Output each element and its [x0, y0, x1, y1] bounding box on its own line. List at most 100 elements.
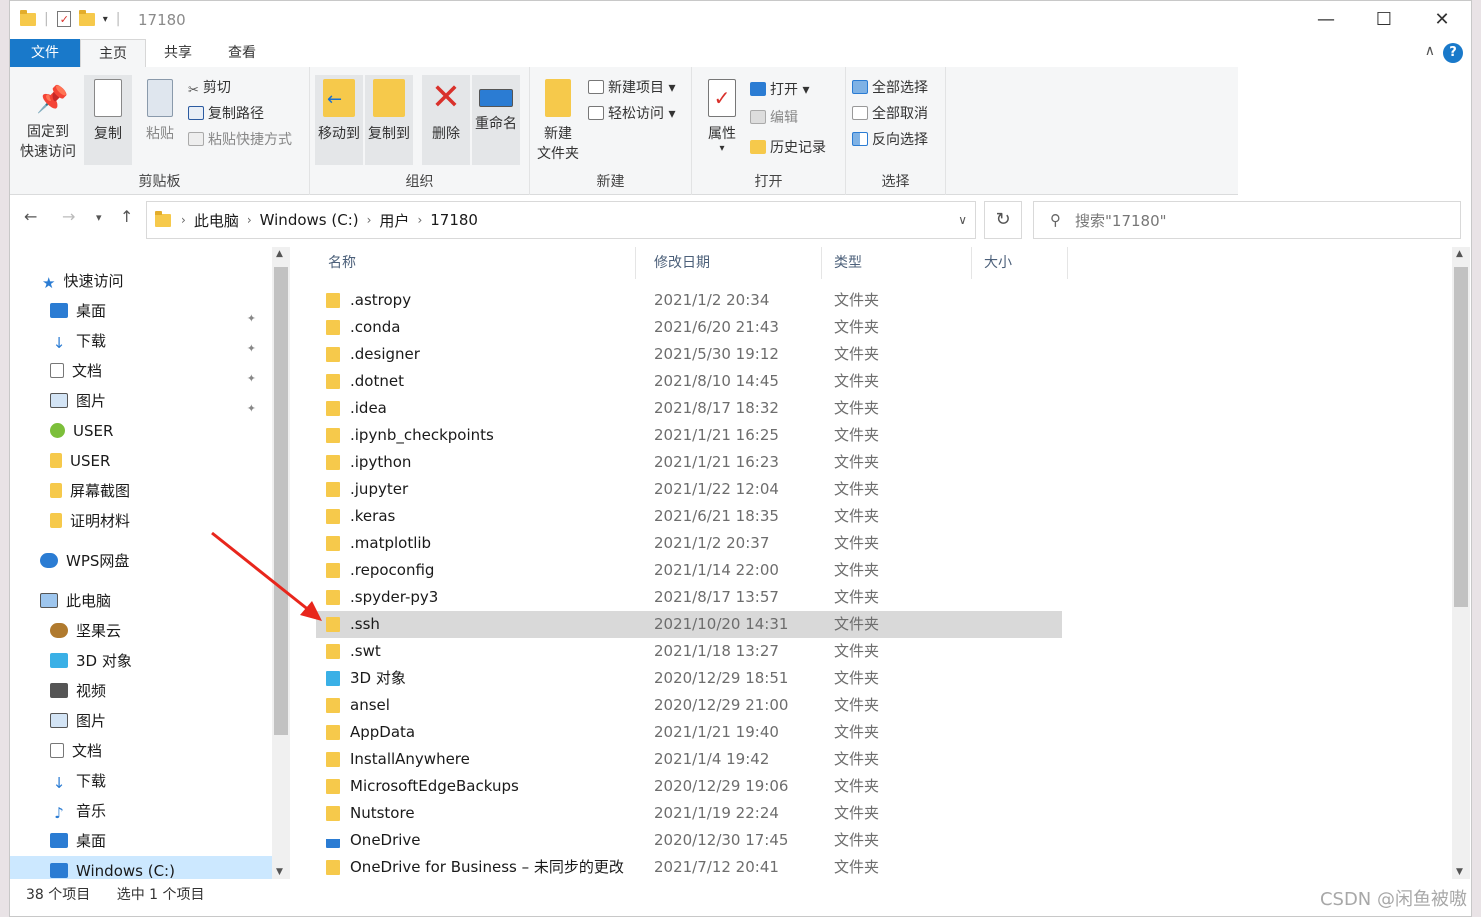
nav-wps-cloud[interactable]: WPS网盘: [40, 546, 129, 576]
scrollbar-thumb[interactable]: [274, 267, 288, 735]
breadcrumb-users[interactable]: 用户: [379, 210, 409, 231]
tab-share[interactable]: 共享: [146, 39, 210, 67]
scroll-up-icon[interactable]: ▲: [1456, 249, 1463, 259]
scroll-up-icon[interactable]: ▲: [276, 249, 283, 259]
file-list-scrollbar[interactable]: ▲ ▼: [1452, 247, 1470, 879]
table-row[interactable]: 3D 对象 2020/12/29 18:51 文件夹: [316, 665, 1062, 692]
search-box[interactable]: ⚲ 搜索"17180": [1033, 201, 1461, 239]
up-arrow-icon[interactable]: ↑: [120, 207, 133, 226]
breadcrumb-this-pc[interactable]: 此电脑: [194, 210, 239, 231]
tab-view[interactable]: 查看: [210, 39, 274, 67]
nav-item-windows-c[interactable]: Windows (C:): [10, 856, 272, 879]
history-button[interactable]: 历史记录: [750, 137, 826, 159]
delete-button[interactable]: ✕ 删除: [422, 75, 470, 165]
table-row[interactable]: .conda 2021/6/20 21:43 文件夹: [316, 314, 1062, 341]
table-row[interactable]: InstallAnywhere 2021/1/4 19:42 文件夹: [316, 746, 1062, 773]
tab-file[interactable]: 文件: [10, 39, 80, 67]
refresh-icon[interactable]: ↻: [984, 201, 1022, 239]
nav-item-documents-pc[interactable]: 文档: [50, 736, 102, 766]
customize-quick-access-icon[interactable]: ▾: [103, 14, 108, 25]
select-none-button[interactable]: 全部取消: [852, 103, 928, 125]
nav-quick-access[interactable]: ★ 快速访问: [42, 266, 123, 296]
open-button[interactable]: 打开 ▾: [750, 79, 809, 101]
file-name-cell: MicrosoftEdgeBackups: [326, 773, 519, 800]
nav-item-nutstore[interactable]: 坚果云: [50, 616, 121, 646]
nav-item-screenshots[interactable]: 屏幕截图: [50, 476, 130, 506]
edit-button[interactable]: 编辑: [750, 107, 798, 129]
maximize-button[interactable]: ☐: [1355, 1, 1413, 39]
move-to-button[interactable]: ← 移动到: [315, 75, 363, 165]
nav-item-user-2[interactable]: USER: [50, 446, 110, 476]
table-row[interactable]: .astropy 2021/1/2 20:34 文件夹: [316, 287, 1062, 314]
invert-selection-button[interactable]: 反向选择: [852, 129, 928, 151]
table-row[interactable]: .spyder-py3 2021/8/17 13:57 文件夹: [316, 584, 1062, 611]
scroll-down-icon[interactable]: ▼: [276, 867, 283, 877]
table-row[interactable]: .swt 2021/1/18 13:27 文件夹: [316, 638, 1062, 665]
table-row[interactable]: .jupyter 2021/1/22 12:04 文件夹: [316, 476, 1062, 503]
nav-this-pc[interactable]: 此电脑: [40, 586, 111, 616]
back-arrow-icon[interactable]: ←: [24, 207, 37, 226]
paste-shortcut-button[interactable]: 粘贴快捷方式: [188, 129, 292, 151]
table-row[interactable]: OneDrive 2020/12/30 17:45 文件夹: [316, 827, 1062, 854]
table-row[interactable]: AppData 2021/1/21 19:40 文件夹: [316, 719, 1062, 746]
properties-button[interactable]: ✓ 属性 ▾: [700, 75, 744, 165]
forward-arrow-icon[interactable]: →: [62, 207, 75, 226]
table-row[interactable]: .keras 2021/6/21 18:35 文件夹: [316, 503, 1062, 530]
table-row[interactable]: .designer 2021/5/30 19:12 文件夹: [316, 341, 1062, 368]
select-all-button[interactable]: 全部选择: [852, 77, 928, 99]
nav-item-certificates[interactable]: 证明材料: [50, 506, 130, 536]
pin-quick-access-button[interactable]: 📌 固定到 快速访问: [16, 75, 80, 165]
scroll-down-icon[interactable]: ▼: [1456, 867, 1463, 877]
nav-item-downloads-pc[interactable]: ↓ 下载: [50, 766, 106, 796]
table-row[interactable]: .ipython 2021/1/21 16:23 文件夹: [316, 449, 1062, 476]
nav-item-pictures[interactable]: 图片 ✦: [50, 386, 272, 416]
new-folder-quick-icon[interactable]: [78, 9, 95, 26]
breadcrumb-current[interactable]: 17180: [430, 211, 478, 229]
cut-button[interactable]: ✂ 剪切: [188, 77, 231, 99]
nav-item-documents[interactable]: 文档 ✦: [50, 356, 272, 386]
nav-item-videos[interactable]: 视频: [50, 676, 106, 706]
table-row[interactable]: OneDrive for Business – 未同步的更改 2021/7/12 …: [316, 854, 1062, 879]
nav-item-desktop[interactable]: 桌面 ✦: [50, 296, 272, 326]
table-row[interactable]: .dotnet 2021/8/10 14:45 文件夹: [316, 368, 1062, 395]
easy-access-button[interactable]: 轻松访问 ▾: [588, 103, 675, 125]
tab-home[interactable]: 主页: [80, 39, 146, 67]
collapse-ribbon-icon[interactable]: ∧: [1425, 43, 1435, 59]
nav-item-user-1[interactable]: USER: [50, 416, 113, 446]
copy-path-button[interactable]: 复制路径: [188, 103, 264, 125]
rename-button[interactable]: 重命名: [472, 75, 520, 165]
nav-item-pictures-pc[interactable]: 图片: [50, 706, 106, 736]
table-row[interactable]: Nutstore 2021/1/19 22:24 文件夹: [316, 800, 1062, 827]
column-header-name[interactable]: 名称: [316, 247, 636, 279]
copy-button[interactable]: 复制: [84, 75, 132, 165]
breadcrumb-drive[interactable]: Windows (C:): [260, 211, 359, 229]
address-dropdown-chevron-icon[interactable]: ∨: [958, 213, 967, 227]
table-row[interactable]: MicrosoftEdgeBackups 2020/12/29 19:06 文件夹: [316, 773, 1062, 800]
nav-item-desktop-pc[interactable]: 桌面: [50, 826, 106, 856]
new-item-button[interactable]: 新建项目 ▾: [588, 77, 675, 99]
table-row[interactable]: .idea 2021/8/17 18:32 文件夹: [316, 395, 1062, 422]
new-folder-button[interactable]: 新建 文件夹: [532, 75, 584, 165]
file-name: .ipynb_checkpoints: [350, 426, 494, 444]
copy-to-button[interactable]: 复制到: [365, 75, 413, 165]
table-row[interactable]: ansel 2020/12/29 21:00 文件夹: [316, 692, 1062, 719]
table-row[interactable]: .ssh 2021/10/20 14:31 文件夹: [316, 611, 1062, 638]
help-icon[interactable]: ?: [1443, 43, 1463, 63]
table-row[interactable]: .matplotlib 2021/1/2 20:37 文件夹: [316, 530, 1062, 557]
column-header-size[interactable]: 大小: [972, 247, 1068, 279]
minimize-button[interactable]: —: [1297, 1, 1355, 39]
table-row[interactable]: .ipynb_checkpoints 2021/1/21 16:25 文件夹: [316, 422, 1062, 449]
nav-item-music[interactable]: ♪ 音乐: [50, 796, 106, 826]
file-date: 2021/5/30 19:12: [654, 345, 779, 363]
column-header-date[interactable]: 修改日期: [642, 247, 822, 279]
table-row[interactable]: .repoconfig 2021/1/14 22:00 文件夹: [316, 557, 1062, 584]
nav-item-3d-objects[interactable]: 3D 对象: [50, 646, 132, 676]
close-button[interactable]: ✕: [1413, 1, 1471, 39]
nav-item-downloads[interactable]: ↓ 下载 ✦: [50, 326, 272, 356]
recent-locations-chevron-icon[interactable]: ▾: [96, 211, 102, 224]
scrollbar-thumb[interactable]: [1454, 267, 1468, 607]
paste-button[interactable]: 粘贴: [136, 75, 184, 165]
address-bar[interactable]: › 此电脑 › Windows (C:) › 用户 › 17180 ∨: [146, 201, 976, 239]
properties-quick-icon[interactable]: ✓: [56, 11, 71, 27]
column-header-type[interactable]: 类型: [822, 247, 972, 279]
